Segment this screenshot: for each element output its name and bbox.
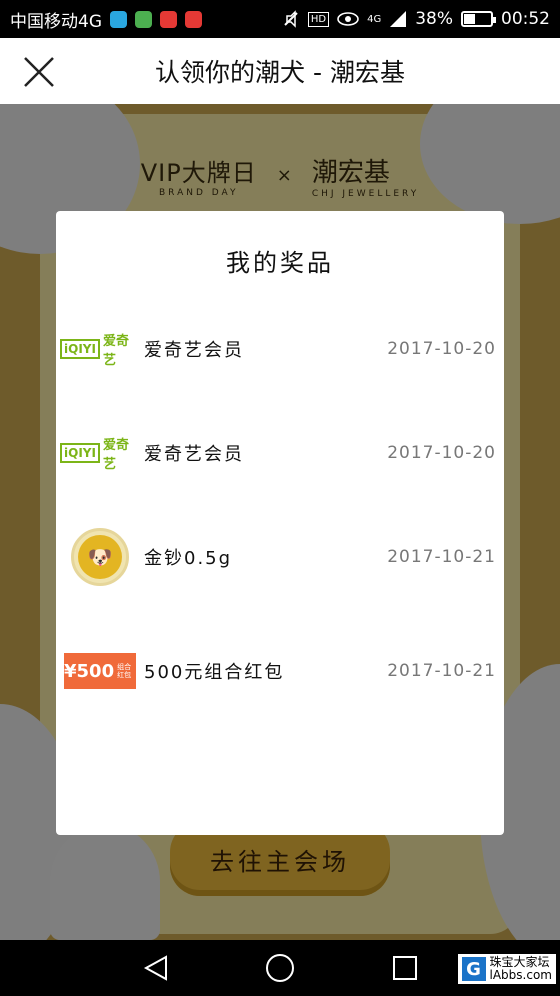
close-icon[interactable] [22, 55, 56, 89]
prize-name: 爱奇艺会员 [144, 340, 244, 361]
clock: 00:52 [501, 9, 550, 29]
watermark-url: lAbbs.com [489, 968, 552, 982]
status-bar: 中国移动4G HD 4G 38% 00:52 [0, 0, 560, 38]
no-sign-icon [185, 10, 202, 28]
battery-percent: 38% [415, 9, 453, 29]
message-icon [110, 10, 127, 28]
eye-icon [337, 12, 359, 26]
watermark-logo: G [461, 957, 486, 981]
prize-date: 2017-10-21 [387, 547, 496, 567]
signal-icon [390, 11, 407, 27]
iqiyi-logo: iQIYI 爱奇艺 [60, 423, 140, 483]
page-title: 认领你的潮犬 - 潮宏基 [155, 58, 405, 87]
title-bar: 认领你的潮犬 - 潮宏基 [0, 38, 560, 104]
prize-item[interactable]: iQIYI 爱奇艺 爱奇艺会员 2017-10-20 [56, 423, 504, 483]
mute-icon [284, 10, 298, 28]
prize-date: 2017-10-20 [387, 339, 496, 359]
prize-name: 金钞0.5g [144, 548, 233, 569]
recent-apps-icon[interactable] [392, 955, 418, 981]
back-icon[interactable] [142, 954, 170, 982]
prize-modal: 我的奖品 iQIYI 爱奇艺 爱奇艺会员 2017-10-20 iQIYI 爱奇艺 … [56, 211, 504, 835]
app-icon [135, 10, 152, 28]
carrier-label: 中国移动4G [10, 11, 102, 32]
navigation-bar: G 珠宝大家坛 lAbbs.com [0, 940, 560, 996]
hd-badge: HD [307, 11, 330, 27]
prize-item[interactable]: iQIYI 爱奇艺 爱奇艺会员 2017-10-20 [56, 319, 504, 379]
prize-date: 2017-10-20 [387, 443, 496, 463]
watermark: G 珠宝大家坛 lAbbs.com [457, 954, 556, 984]
prize-name: 500元组合红包 [144, 662, 285, 683]
red-packet-icon: ¥500 组合红包 [60, 641, 140, 701]
trash-icon [160, 10, 177, 28]
network-label: 4G [367, 13, 382, 25]
iqiyi-logo: iQIYI 爱奇艺 [60, 319, 140, 379]
prize-name: 爱奇艺会员 [144, 444, 244, 465]
battery-icon [461, 11, 496, 27]
prize-date: 2017-10-21 [387, 661, 496, 681]
gold-coin-icon: 🐶 [60, 527, 140, 587]
home-icon[interactable] [265, 953, 295, 983]
modal-title: 我的奖品 [226, 249, 334, 277]
prize-item[interactable]: 🐶 金钞0.5g 2017-10-21 [56, 527, 504, 587]
prize-item[interactable]: ¥500 组合红包 500元组合红包 2017-10-21 [56, 641, 504, 701]
